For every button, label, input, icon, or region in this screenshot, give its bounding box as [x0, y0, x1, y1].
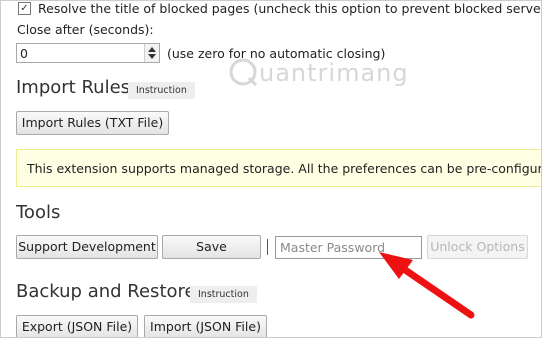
support-development-button[interactable]: Support Development: [16, 235, 158, 259]
watermark-text: uantrimang: [259, 59, 409, 87]
close-after-input[interactable]: 0: [16, 43, 160, 63]
backup-instruction-badge[interactable]: Instruction: [190, 286, 257, 303]
tools-title: Tools: [16, 202, 61, 223]
notice-body: This extension supports managed storage.…: [27, 161, 542, 176]
resolve-title-checkbox[interactable]: ✓: [18, 2, 31, 15]
backup-restore-title: Backup and Restore: [16, 281, 196, 302]
quantrimang-logo: [229, 58, 258, 87]
toolbar-separator: [267, 239, 268, 255]
save-button[interactable]: Save: [162, 235, 261, 259]
import-json-button[interactable]: Import (JSON File): [144, 315, 267, 337]
spin-down-icon[interactable]: [148, 54, 156, 59]
close-after-value: 0: [20, 46, 28, 61]
import-rules-button[interactable]: Import Rules (TXT File): [16, 111, 169, 135]
import-rules-title: Import Rules: [16, 77, 131, 98]
notice-text: This extension supports managed storage.…: [27, 161, 542, 176]
import-rules-instruction-badge[interactable]: Instruction: [128, 82, 195, 99]
managed-storage-notice: This extension supports managed storage.…: [16, 149, 542, 187]
spin-up-icon[interactable]: [148, 47, 156, 52]
resolve-title-label: Resolve the title of blocked pages (unch…: [38, 1, 542, 16]
options-page: ✓ Resolve the title of blocked pages (un…: [0, 0, 542, 338]
red-arrow-icon: [379, 252, 475, 319]
spinner-arrows-icon[interactable]: [144, 44, 159, 62]
export-json-button[interactable]: Export (JSON File): [16, 315, 138, 337]
master-password-placeholder: Master Password: [280, 240, 386, 255]
close-after-label: Close after (seconds):: [17, 22, 154, 37]
